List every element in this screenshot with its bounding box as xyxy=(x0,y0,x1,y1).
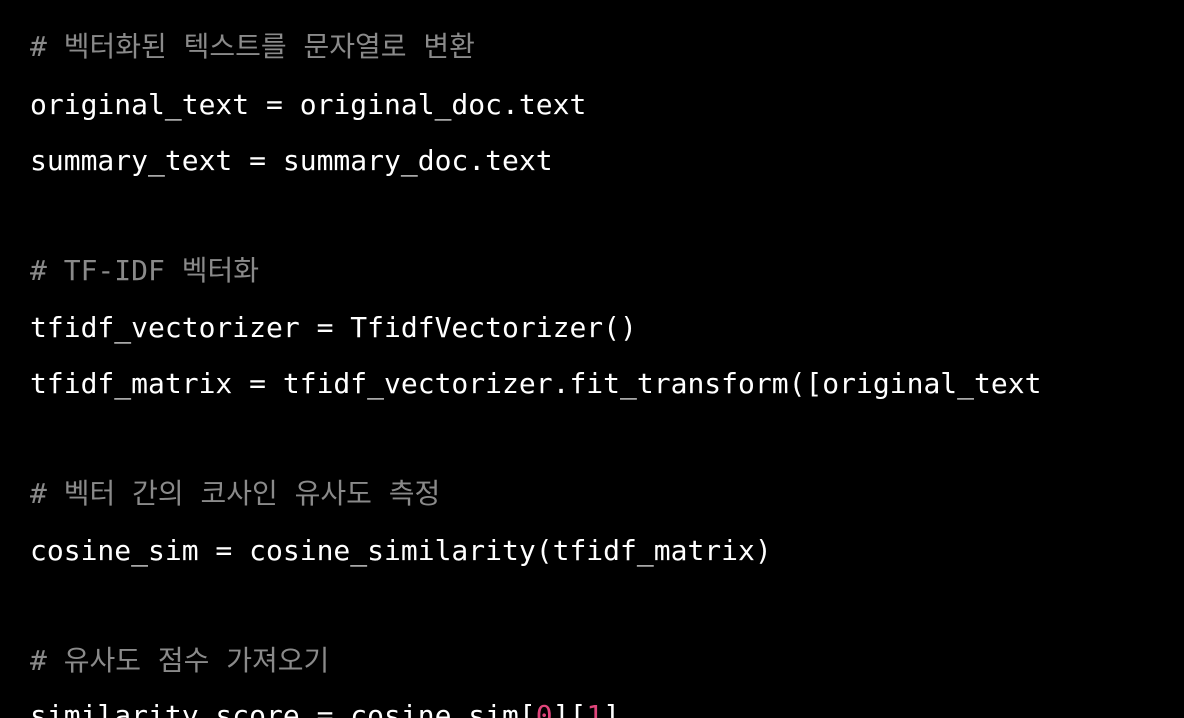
code-token: ][ xyxy=(552,699,587,718)
code-line: similarity_score = cosine_sim[0][1] xyxy=(30,696,620,718)
code-line: summary_text = summary_doc.text xyxy=(30,144,553,177)
code-comment: # TF-IDF 벡터화 xyxy=(30,254,259,287)
code-line: original_text = original_doc.text xyxy=(30,88,587,121)
code-comment: # 벡터화된 텍스트를 문자열로 변환 xyxy=(30,30,475,63)
number-literal: 1 xyxy=(586,699,604,718)
code-token: ] xyxy=(603,699,621,718)
code-view: # 벡터화된 텍스트를 문자열로 변환 original_text = orig… xyxy=(0,0,1184,718)
code-line: tfidf_matrix = tfidf_vectorizer.fit_tran… xyxy=(30,367,1042,400)
code-comment: # 벡터 간의 코사인 유사도 측정 xyxy=(30,477,441,510)
code-line: tfidf_vectorizer = TfidfVectorizer() xyxy=(30,311,637,344)
code-comment: # 유사도 점수 가져오기 xyxy=(30,644,330,677)
code-line: cosine_sim = cosine_similarity(tfidf_mat… xyxy=(30,534,772,567)
number-literal: 0 xyxy=(535,699,553,718)
code-token: similarity_score = cosine_sim[ xyxy=(30,699,536,718)
